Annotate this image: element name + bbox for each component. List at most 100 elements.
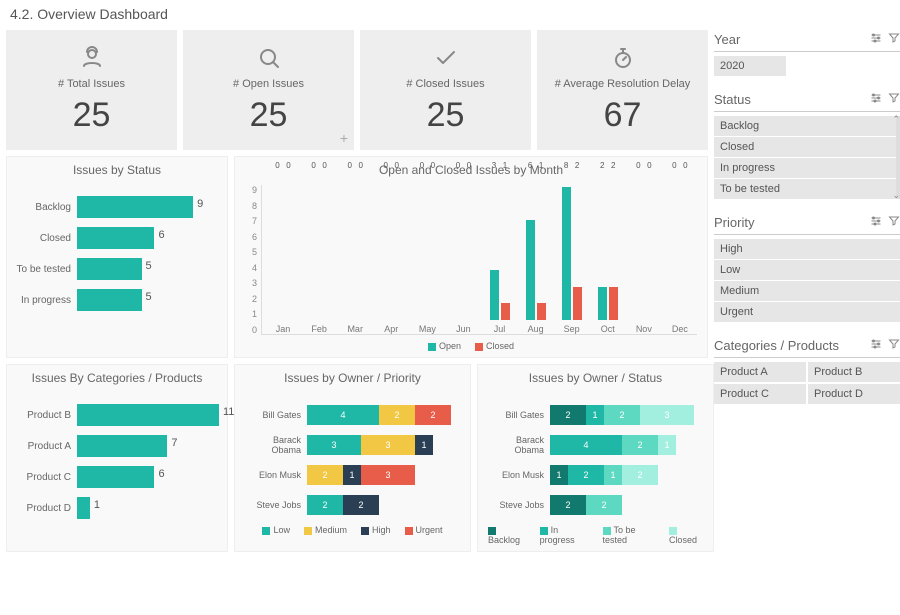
panel-owner-priority[interactable]: Issues by Owner / Priority Bill Gates 42… — [234, 364, 471, 552]
slicer-item[interactable]: Product A — [714, 362, 806, 382]
stack-segment[interactable]: 2 — [379, 405, 415, 425]
stack-segment[interactable]: 4 — [307, 405, 379, 425]
kpi-row: # Total Issues 25 # Open Issues 25+ # Cl… — [6, 30, 708, 150]
hbar-row[interactable]: In progress 5 — [15, 289, 219, 311]
stack-segment[interactable]: 2 — [622, 435, 658, 455]
chevron-down-icon[interactable]: ⌄ — [892, 190, 900, 201]
stack-row: Steve Jobs 22 — [245, 495, 460, 515]
stack-segment[interactable]: 1 — [604, 465, 622, 485]
month-col[interactable]: 00 Jan — [266, 161, 300, 334]
slicer-settings-icon[interactable] — [870, 32, 882, 47]
stack-segment[interactable]: 2 — [586, 495, 622, 515]
month-col[interactable]: 00 Dec — [663, 161, 697, 334]
stack-segment[interactable]: 2 — [307, 465, 343, 485]
slicer-item[interactable]: To be tested — [714, 179, 900, 199]
stack-segment[interactable]: 2 — [343, 495, 379, 515]
stack-segment[interactable]: 1 — [586, 405, 604, 425]
stack-segment[interactable]: 3 — [361, 465, 415, 485]
hbar-row[interactable]: Backlog 9 — [15, 196, 219, 218]
month-col[interactable]: 00 Apr — [374, 161, 408, 334]
kpi-delay[interactable]: # Average Resolution Delay 67 — [537, 30, 708, 150]
slicer-item[interactable]: Product D — [808, 384, 900, 404]
scrollbar-track[interactable] — [896, 116, 900, 199]
slicer-item[interactable]: Low — [714, 260, 900, 280]
hbar-row[interactable]: Product D 1 — [15, 497, 219, 519]
slicer-item[interactable]: In progress — [714, 158, 900, 178]
panel-owner-status[interactable]: Issues by Owner / Status Bill Gates 2123… — [477, 364, 714, 552]
stack-segment[interactable]: 4 — [550, 435, 622, 455]
stack-segment[interactable]: 1 — [415, 435, 433, 455]
stack-bar: 331 — [307, 435, 460, 455]
page-title: 4.2. Overview Dashboard — [0, 0, 900, 30]
slicer-item[interactable]: Closed — [714, 137, 900, 157]
category-label: Product D — [15, 503, 71, 514]
slicer-settings-icon[interactable] — [870, 215, 882, 230]
stack-segment[interactable]: 3 — [361, 435, 415, 455]
kpi-total[interactable]: # Total Issues 25 — [6, 30, 177, 150]
stack-segment[interactable]: 2 — [622, 465, 658, 485]
clear-filter-icon[interactable] — [888, 32, 900, 47]
stack-segment[interactable]: 1 — [658, 435, 676, 455]
stack-segment[interactable]: 2 — [568, 465, 604, 485]
kpi-closed[interactable]: # Closed Issues 25 — [360, 30, 531, 150]
stack-segment[interactable]: 3 — [307, 435, 361, 455]
hbar-row[interactable]: Product C 6 — [15, 466, 219, 488]
stack-segment[interactable]: 3 — [640, 405, 694, 425]
stack-row: Elon Musk 1212 — [488, 465, 703, 485]
month-col[interactable]: 82 Sep — [555, 161, 589, 334]
slicer-settings-icon[interactable] — [870, 92, 882, 107]
chart-title: Issues by Status — [7, 157, 227, 181]
stack-segment[interactable]: 1 — [343, 465, 361, 485]
panel-issues-by-status[interactable]: Issues by Status Backlog 9 Closed 6 To b… — [6, 156, 228, 358]
slicer-item[interactable]: High — [714, 239, 900, 259]
panel-issues-by-category[interactable]: Issues By Categories / Products Product … — [6, 364, 228, 552]
stack-segment[interactable]: 2 — [550, 405, 586, 425]
hbar-row[interactable]: Product B 11 — [15, 404, 219, 426]
hbar-row[interactable]: Closed 6 — [15, 227, 219, 249]
slicer-item[interactable]: Product B — [808, 362, 900, 382]
month-label: Apr — [384, 324, 398, 334]
panel-issues-by-month[interactable]: Open and Closed Issues by Month 98765432… — [234, 156, 708, 358]
chart-title: Issues By Categories / Products — [7, 365, 227, 389]
stack-segment[interactable]: 1 — [550, 465, 568, 485]
bar-fill — [77, 227, 154, 249]
clear-filter-icon[interactable] — [888, 215, 900, 230]
stack-segment[interactable]: 2 — [604, 405, 640, 425]
clear-filter-icon[interactable] — [888, 338, 900, 353]
slicer-item[interactable]: Backlog — [714, 116, 900, 136]
bar-value: 5 — [146, 260, 152, 272]
month-col[interactable]: 00 Nov — [627, 161, 661, 334]
kpi-open[interactable]: # Open Issues 25+ — [183, 30, 354, 150]
hbar-row[interactable]: To be tested 5 — [15, 258, 219, 280]
kpi-label: # Closed Issues — [406, 78, 484, 90]
slicer-item[interactable]: Product C — [714, 384, 806, 404]
bar-fill — [77, 497, 90, 519]
slicer-item[interactable]: 2020 — [714, 56, 786, 76]
bar-track: 6 — [77, 227, 219, 249]
chevron-up-icon[interactable]: ⌃ — [892, 114, 900, 125]
bar-fill — [77, 435, 167, 457]
plus-icon[interactable]: + — [340, 130, 348, 146]
bar-open — [526, 220, 535, 320]
slicer-item[interactable]: Urgent — [714, 302, 900, 322]
slicer-item[interactable]: Medium — [714, 281, 900, 301]
stack-row: Elon Musk 213 — [245, 465, 460, 485]
hbar-row[interactable]: Product A 7 — [15, 435, 219, 457]
month-col[interactable]: 00 May — [410, 161, 444, 334]
stack-segment[interactable]: 2 — [415, 405, 451, 425]
stack-segment[interactable]: 2 — [550, 495, 586, 515]
slicer-column: Year 2020 Status ⌃ ⌄ BacklogClosedIn — [714, 30, 900, 552]
month-col[interactable]: 31 Jul — [482, 161, 516, 334]
headset-icon — [80, 46, 104, 72]
slicer-settings-icon[interactable] — [870, 338, 882, 353]
month-col[interactable]: 22 Oct — [591, 161, 625, 334]
stack-segment[interactable]: 2 — [307, 495, 343, 515]
month-col[interactable]: 00 Feb — [302, 161, 336, 334]
clear-filter-icon[interactable] — [888, 92, 900, 107]
month-col[interactable]: 61 Aug — [519, 161, 553, 334]
month-col[interactable]: 00 Jun — [446, 161, 480, 334]
bar-fill — [77, 196, 193, 218]
bar-value: 6 — [158, 468, 164, 480]
category-label: Product B — [15, 410, 71, 421]
month-col[interactable]: 00 Mar — [338, 161, 372, 334]
